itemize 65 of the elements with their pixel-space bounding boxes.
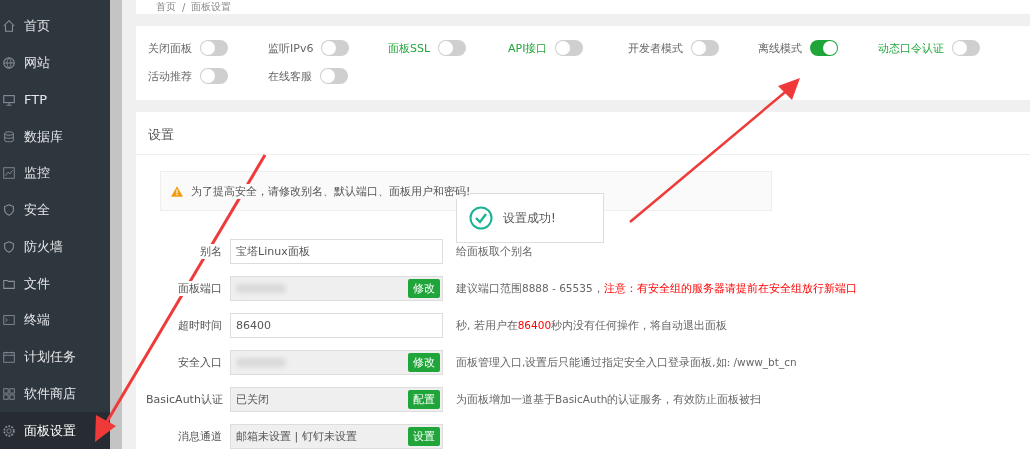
breadcrumb-item[interactable]: 首页 [156,0,176,14]
toggle-switch[interactable] [952,40,980,56]
toggle-switch[interactable] [321,40,350,56]
toggle-switch[interactable] [438,40,467,56]
toggle-label: 监听IPv6 [268,40,314,56]
section-title: 设置 [136,112,1030,155]
toggle-switch[interactable] [810,40,838,56]
toast-message: 设置成功! [503,209,556,227]
toggle-switch[interactable] [320,68,348,84]
grid-icon [2,386,16,401]
field-label: 超时时间 [178,318,222,333]
database-icon [2,129,16,144]
sidebar-item[interactable]: 软件商店 [0,375,110,413]
field-hint: 给面板取个别名 [456,244,533,259]
field-label: BasicAuth认证 [146,392,222,407]
sidebar-item[interactable]: 终端 [0,302,110,339]
globe-icon [2,56,16,71]
toggle-label: 在线客服 [268,68,312,84]
home-icon [2,19,16,34]
field-hint: 面板管理入口,设置后只能通过指定安全入口登录面板,如: /www_bt_cn [456,355,797,370]
field-label: 消息通道 [178,429,222,444]
shield-icon [2,203,16,218]
toggle-label: API接口 [508,40,548,56]
toggle-switch[interactable] [555,40,584,56]
field-hint: 建议端口范围8888 - 65535，注意：有安全组的服务器请提前在安全组放行新端口 [456,281,857,296]
warning-icon [171,185,183,197]
input-field[interactable]: 宝塔Linux面板 [230,239,443,264]
sidebar-item[interactable]: 监控 [0,155,110,192]
toggle-switch[interactable] [200,68,228,84]
chart-icon [2,166,16,181]
calendar-icon [2,350,16,365]
toggle-label: 活动推荐 [148,68,192,84]
gear-icon [2,423,16,438]
input-field[interactable]: 已关闭 配置 [230,387,443,412]
toggle-label: 动态口令认证 [878,40,944,56]
sidebar-item[interactable]: 数据库 [0,118,110,155]
sidebar-item[interactable]: 防火墙 [0,228,110,266]
input-field[interactable]: 邮箱未设置 | 钉钉未设置 设置 [230,424,443,449]
toggle-label: 离线模式 [758,40,802,56]
field-label: 安全入口 [178,355,222,370]
field-hint: 秒, 若用户在86400秒内没有任何操作，将自动退出面板 [456,318,728,333]
input-field[interactable]: 86400 [230,313,443,338]
breadcrumb-item: / [182,1,186,13]
toggle-switch[interactable] [691,40,719,56]
sidebar-item[interactable]: 文件 [0,265,110,302]
sidebar-item[interactable]: 面板设置 [0,412,110,449]
toggle-switch[interactable] [200,40,228,56]
breadcrumb-item[interactable]: 面板设置 [191,0,232,14]
field-label: 别名 [200,244,222,259]
sidebar-item[interactable]: 计划任务 [0,338,110,376]
toggle-label: 关闭面板 [148,40,192,56]
toggle-label: 面板SSL [388,40,431,56]
shield-icon [2,239,16,254]
monitor-icon [2,92,16,107]
sidebar-item[interactable]: 网站 [0,44,110,82]
field-hint: 为面板增加一道基于BasicAuth的认证服务，有效防止面板被扫 [456,392,762,407]
sidebar-item[interactable]: FTP [0,81,110,119]
sidebar-item[interactable]: 首页 [0,8,110,45]
warning-text: 为了提高安全，请修改别名、默认端口、面板用户和密码! [191,183,471,199]
field-label: 面板端口 [178,281,222,296]
check-icon [469,206,493,230]
sidebar-item[interactable]: 安全 [0,191,110,229]
toggle-label: 开发者模式 [628,40,683,56]
scrollbar[interactable] [110,0,122,449]
terminal-icon [2,313,16,328]
